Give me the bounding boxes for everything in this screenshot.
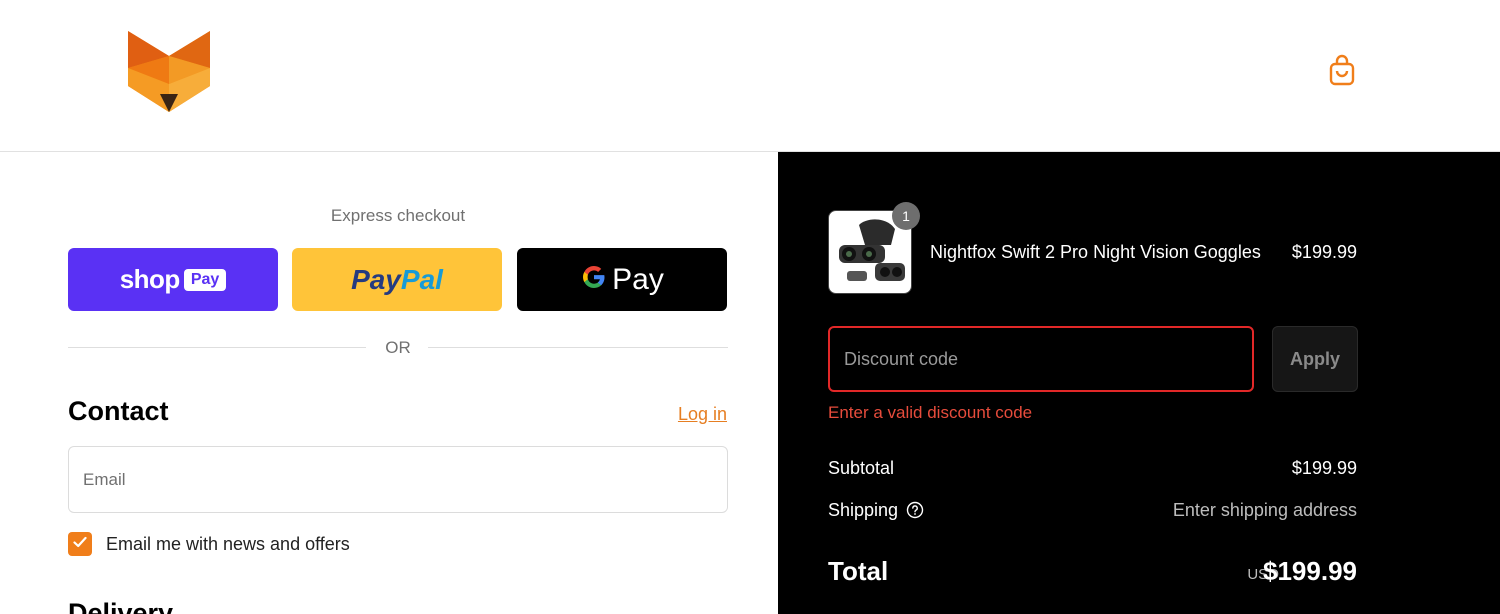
product-name: Nightfox Swift 2 Pro Night Vision Goggle… <box>930 242 1261 262</box>
or-divider: OR <box>68 338 728 358</box>
fox-logo[interactable] <box>126 28 212 114</box>
site-header <box>0 0 1500 152</box>
subtotal-label: Subtotal <box>828 458 895 478</box>
paypal-pay-text: Pay <box>351 263 401 295</box>
discount-code-input[interactable] <box>828 326 1254 392</box>
total-label: Total <box>828 556 889 586</box>
contact-heading: Contact <box>68 396 169 426</box>
shop-pay-button[interactable]: shop Pay <box>68 248 278 311</box>
newsletter-checkbox[interactable] <box>68 532 92 556</box>
divider-line-right <box>428 347 728 348</box>
or-text: OR <box>385 338 411 357</box>
delivery-heading: Delivery <box>68 598 174 614</box>
google-pay-button[interactable]: Pay <box>517 248 727 311</box>
checkout-form-column: Express checkout shop Pay PayPal Pay OR … <box>0 152 778 614</box>
shipping-label: Shipping <box>828 500 899 520</box>
express-checkout-label: Express checkout <box>330 206 466 225</box>
newsletter-label: Email me with news and offers <box>106 534 350 554</box>
cart-button[interactable] <box>1324 54 1360 90</box>
paypal-pal-text: Pal <box>400 263 443 295</box>
order-summary-column: 1 Nightfox Swift 2 Pro Night Vision Gogg… <box>778 152 1500 614</box>
google-pay-text: Pay <box>612 262 664 296</box>
email-field[interactable] <box>68 446 728 513</box>
shopping-bag-icon <box>1328 54 1356 91</box>
product-price: $199.99 <box>1291 242 1357 262</box>
paypal-button[interactable]: PayPal <box>292 248 502 311</box>
help-circle-icon[interactable] <box>906 501 924 519</box>
shipping-value: Enter shipping address <box>1172 500 1357 520</box>
shop-pay-shop-text: shop <box>119 264 181 294</box>
checkmark-icon <box>73 535 87 553</box>
apply-discount-button[interactable]: Apply <box>1272 326 1358 392</box>
total-value: $199.99 <box>1263 556 1357 586</box>
login-link[interactable]: Log in <box>678 404 727 425</box>
quantity-badge: 1 <box>892 202 920 230</box>
subtotal-value: $199.99 <box>1291 458 1357 478</box>
google-g-icon <box>580 263 608 296</box>
discount-error-message: Enter a valid discount code <box>828 403 1033 422</box>
shop-pay-pay-pill: Pay <box>183 268 227 291</box>
